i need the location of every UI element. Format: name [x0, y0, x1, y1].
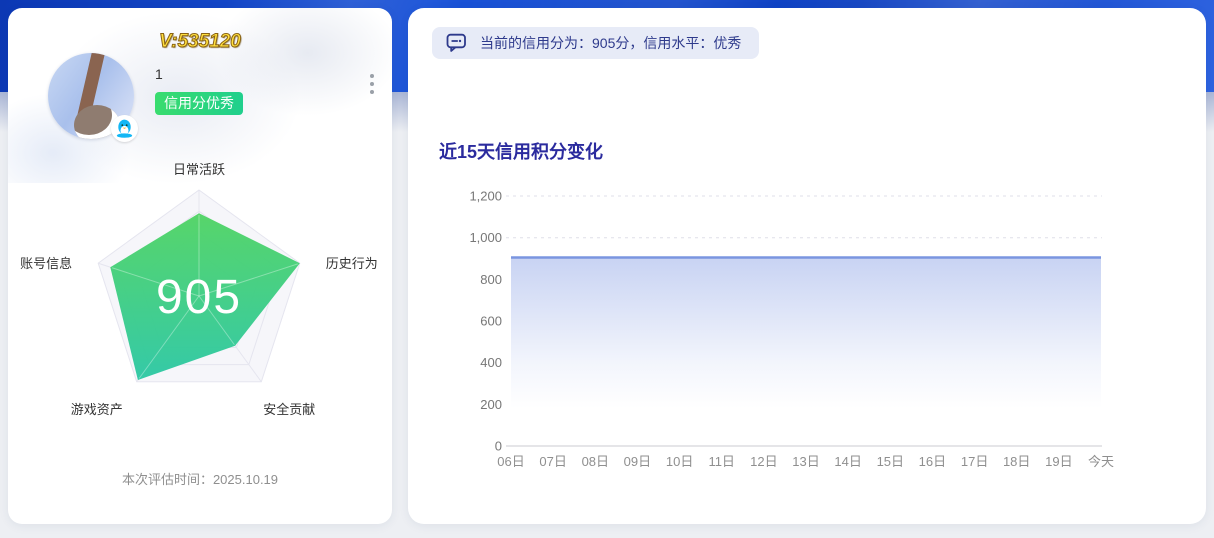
avatar-vip-tag: V:535120 — [159, 31, 242, 53]
y-tick-label: 0 — [495, 439, 502, 454]
y-tick-label: 400 — [480, 355, 502, 370]
notice-text: 当前的信用分为：905分，信用水平：优秀 — [480, 35, 742, 51]
x-tick-label: 13日 — [792, 454, 819, 469]
x-tick-label: 17日 — [961, 454, 988, 469]
trend-area — [511, 257, 1101, 446]
x-tick-label: 06日 — [497, 454, 524, 469]
radar-axis-label: 游戏资产 — [71, 402, 123, 417]
x-tick-label: 19日 — [1045, 454, 1072, 469]
y-tick-label: 800 — [480, 272, 502, 287]
y-tick-label: 200 — [480, 397, 502, 412]
radar-axis-label: 日常活跃 — [173, 162, 225, 177]
radar-axis-label: 历史行为 — [326, 256, 378, 271]
credit-score-page: V:535120 1 信用分优秀 日常活跃历史行为安全贡献 游戏资产 账号信息 905… — [0, 0, 1214, 538]
x-tick-label: 今天 — [1088, 454, 1114, 469]
comment-bubble-icon — [446, 33, 466, 52]
y-tick-label: 1,000 — [469, 230, 502, 245]
profile-card: V:535120 1 信用分优秀 日常活跃历史行为安全贡献 游戏资产 账号信息 905… — [8, 8, 392, 524]
x-tick-label: 07日 — [539, 454, 566, 469]
nickname: 1 — [155, 66, 163, 82]
credit-badge: 信用分优秀 — [155, 92, 243, 115]
x-tick-label: 18日 — [1003, 454, 1030, 469]
y-tick-label: 1,200 — [469, 189, 502, 204]
qq-penguin-glyph — [116, 119, 133, 138]
x-tick-label: 14日 — [834, 454, 861, 469]
chart-title: 近15天信用积分变化 — [439, 142, 604, 162]
x-tick-label: 15日 — [877, 454, 904, 469]
score-panel: 当前的信用分为：905分，信用水平：优秀 近15天信用积分变化 0 200 400 6… — [408, 8, 1206, 524]
more-menu-icon[interactable] — [364, 68, 380, 100]
y-tick-label: 600 — [480, 314, 502, 329]
x-tick-label: 09日 — [624, 454, 651, 469]
radar-axis-label: 账号信息 — [20, 256, 72, 271]
qq-penguin-icon — [111, 115, 138, 142]
radar-chart: 日常活跃历史行为安全贡献 游戏资产 账号信息 905 — [20, 162, 378, 417]
trend-chart: 0 200 400 600 800 1,000 1,200 06日 07日 08日 09日 10日 11… — [469, 189, 1114, 470]
x-tick-label: 08日 — [582, 454, 609, 469]
notice-bar: 当前的信用分为：905分，信用水平：优秀 — [432, 27, 760, 59]
radar-score: 905 — [156, 271, 242, 324]
evaluation-time: 本次评估时间：2025.10.19 — [121, 472, 279, 487]
radar-axis-label: 安全贡献 — [263, 402, 315, 417]
x-tick-label: 16日 — [919, 454, 946, 469]
x-tick-label: 10日 — [666, 454, 693, 469]
x-tick-label: 11日 — [708, 454, 735, 469]
x-tick-label: 12日 — [750, 454, 777, 469]
